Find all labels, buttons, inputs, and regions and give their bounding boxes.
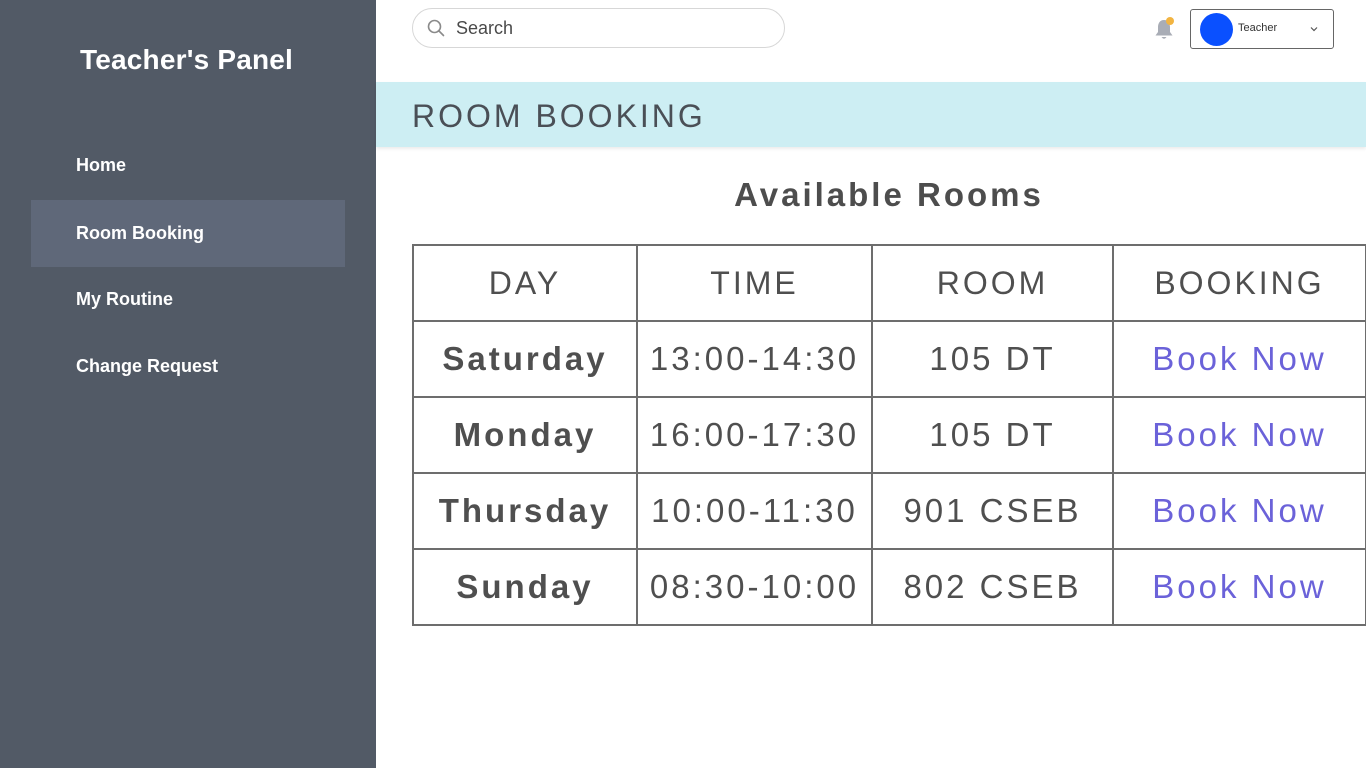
page-header: ROOM BOOKING xyxy=(376,82,1366,147)
search-icon xyxy=(427,19,445,37)
booking-cell: Book Now xyxy=(1112,396,1366,474)
table-row: Monday 16:00-17:30 105 DT Book Now xyxy=(412,396,1366,474)
table-row: Saturday 13:00-14:30 105 DT Book Now xyxy=(412,320,1366,398)
table-header-row: DAY TIME ROOM BOOKING xyxy=(412,244,1366,322)
table-row: Thursday 10:00-11:30 901 CSEB Book Now xyxy=(412,472,1366,550)
column-header-room: ROOM xyxy=(871,244,1114,322)
day-cell: Thursday xyxy=(412,472,638,550)
sidebar-item-room-booking[interactable]: Room Booking xyxy=(31,200,345,267)
user-menu-dropdown[interactable]: Teacher xyxy=(1190,9,1334,49)
user-name: Teacher xyxy=(1238,22,1278,34)
sidebar-item-home[interactable]: Home xyxy=(31,132,345,199)
page-title: ROOM BOOKING xyxy=(412,98,706,134)
column-header-booking: BOOKING xyxy=(1112,244,1366,322)
book-now-link[interactable]: Book Now xyxy=(1152,492,1326,529)
book-now-link[interactable]: Book Now xyxy=(1152,416,1326,453)
booking-cell: Book Now xyxy=(1112,548,1366,626)
avatar xyxy=(1200,13,1233,46)
search-bar xyxy=(412,8,785,48)
sidebar-item-label: Room Booking xyxy=(76,223,204,243)
sidebar: Teacher's Panel Home Room Booking My Rou… xyxy=(0,0,376,768)
day-cell: Monday xyxy=(412,396,638,474)
room-cell: 802 CSEB xyxy=(871,548,1114,626)
book-now-link[interactable]: Book Now xyxy=(1152,568,1326,605)
chevron-down-icon xyxy=(1310,27,1318,32)
sidebar-item-label: Home xyxy=(76,155,127,175)
room-cell: 105 DT xyxy=(871,320,1114,398)
table-row: Sunday 08:30-10:00 802 CSEB Book Now xyxy=(412,548,1366,626)
time-cell: 13:00-14:30 xyxy=(636,320,873,398)
booking-cell: Book Now xyxy=(1112,472,1366,550)
room-cell: 105 DT xyxy=(871,396,1114,474)
time-cell: 16:00-17:30 xyxy=(636,396,873,474)
sidebar-item-label: My Routine xyxy=(76,289,173,309)
available-rooms-table: DAY TIME ROOM BOOKING Saturday 13:00-14:… xyxy=(412,244,1366,626)
booking-cell: Book Now xyxy=(1112,320,1366,398)
column-header-time: TIME xyxy=(636,244,873,322)
search-input[interactable] xyxy=(456,15,766,41)
brand-title: Teacher's Panel xyxy=(80,44,294,75)
book-now-link[interactable]: Book Now xyxy=(1152,340,1326,377)
time-cell: 10:00-11:30 xyxy=(636,472,873,550)
section-title: Available Rooms xyxy=(734,176,1044,213)
day-cell: Saturday xyxy=(412,320,638,398)
time-cell: 08:30-10:00 xyxy=(636,548,873,626)
column-header-day: DAY xyxy=(412,244,638,322)
day-cell: Sunday xyxy=(412,548,638,626)
room-cell: 901 CSEB xyxy=(871,472,1114,550)
notification-dot xyxy=(1166,17,1174,25)
sidebar-item-change-request[interactable]: Change Request xyxy=(31,333,345,400)
sidebar-item-label: Change Request xyxy=(76,356,219,376)
sidebar-item-my-routine[interactable]: My Routine xyxy=(31,266,345,333)
